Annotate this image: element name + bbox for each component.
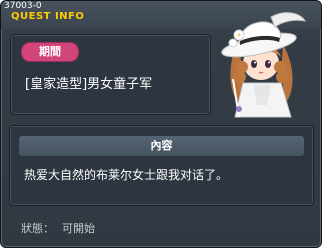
npc-portrait-icon	[209, 5, 319, 123]
status-label: 狀態：	[21, 222, 54, 235]
period-badge: 期間	[21, 42, 79, 62]
quest-id: 37003-0	[4, 1, 42, 11]
status-value: 可開始	[62, 222, 95, 235]
quest-header-panel: 期間 [皇家造型]男女童子军	[10, 34, 211, 115]
content-text: 热爱大自然的布莱尔女士跟我对话了。	[24, 168, 229, 182]
quest-name: [皇家造型]男女童子军	[25, 77, 153, 92]
window-title: QUEST INFO	[11, 11, 85, 22]
quest-content-panel: 內容 热爱大自然的布莱尔女士跟我对话了。	[9, 125, 314, 206]
quest-status: 狀態： 可開始	[21, 220, 95, 236]
content-header: 內容	[18, 135, 305, 157]
npc-lady-illustration	[221, 12, 306, 118]
quest-info-window: 37003-0 QUEST INFO 期間 [皇家造型]男女童子军 內容 热爱大…	[0, 0, 322, 248]
